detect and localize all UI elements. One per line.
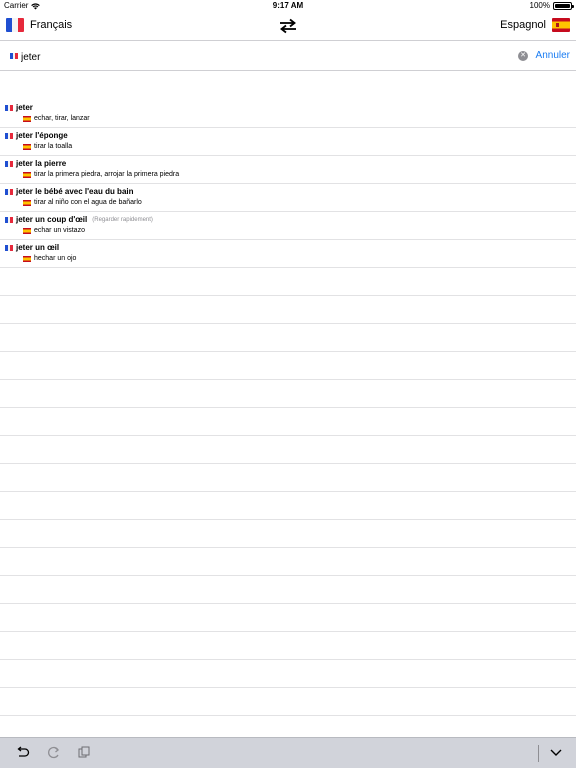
target-language-label: Espagnol bbox=[500, 19, 546, 31]
empty-row bbox=[0, 576, 576, 604]
entry-term: jeter un coup d'œil bbox=[16, 215, 88, 224]
list-item[interactable]: jeter un coup d'œil (Regarder rapidement… bbox=[0, 212, 576, 240]
entry-translation: tirar al niño con el agua de bañarlo bbox=[34, 199, 142, 206]
undo-icon[interactable] bbox=[16, 746, 30, 760]
empty-row bbox=[0, 688, 576, 716]
empty-row bbox=[0, 380, 576, 408]
france-flag-icon bbox=[5, 160, 14, 167]
empty-row bbox=[0, 604, 576, 632]
source-language-label: Français bbox=[30, 19, 73, 31]
empty-row bbox=[0, 464, 576, 492]
cancel-button[interactable]: Annuler bbox=[536, 50, 570, 61]
entry-term: jeter bbox=[16, 103, 33, 112]
clear-search-icon[interactable]: ✕ bbox=[518, 51, 528, 61]
france-flag-icon bbox=[6, 18, 24, 32]
empty-row bbox=[0, 660, 576, 688]
target-language-button[interactable]: Espagnol bbox=[500, 18, 570, 32]
entry-translation: echar un vistazo bbox=[34, 227, 85, 234]
toolbar-divider bbox=[538, 745, 539, 762]
battery-icon bbox=[553, 2, 574, 10]
spain-flag-icon bbox=[552, 18, 570, 32]
source-language-button[interactable]: Français bbox=[6, 18, 72, 32]
search-input[interactable] bbox=[21, 48, 501, 66]
bottom-toolbar bbox=[0, 737, 576, 768]
entry-note: (Regarder rapidement) bbox=[92, 216, 153, 223]
spain-flag-icon bbox=[23, 115, 31, 122]
entry-term: jeter l'éponge bbox=[16, 131, 68, 140]
empty-row bbox=[0, 632, 576, 660]
empty-row bbox=[0, 436, 576, 464]
copy-icon[interactable] bbox=[78, 746, 90, 758]
list-item[interactable]: jeter l'éponge tirar la toalla bbox=[0, 128, 576, 156]
spain-flag-icon bbox=[23, 227, 31, 234]
empty-row bbox=[0, 408, 576, 436]
entry-translation: tirar la toalla bbox=[34, 143, 73, 150]
empty-row bbox=[0, 520, 576, 548]
entry-term: jeter la pierre bbox=[16, 159, 67, 168]
language-bar: Français Espagnol bbox=[0, 12, 576, 41]
chevron-down-icon[interactable] bbox=[550, 748, 562, 758]
spain-flag-icon bbox=[23, 171, 31, 178]
empty-row bbox=[0, 324, 576, 352]
status-time: 9:17 AM bbox=[272, 1, 304, 10]
list-item[interactable]: jeter echar, tirar, lanzar bbox=[0, 100, 576, 128]
results-list: jeter echar, tirar, lanzar jeter l'épong… bbox=[0, 100, 576, 716]
status-bar: Carrier 9:17 AM 100% bbox=[0, 0, 576, 12]
search-bar: ✕ Annuler bbox=[0, 42, 576, 71]
entry-term: jeter le bébé avec l'eau du bain bbox=[16, 187, 134, 196]
entry-translation: echar, tirar, lanzar bbox=[34, 115, 90, 122]
france-flag-icon bbox=[10, 53, 19, 59]
france-flag-icon bbox=[5, 188, 14, 195]
entry-translation: tirar la primera piedra, arrojar la prim… bbox=[34, 171, 180, 178]
france-flag-icon bbox=[5, 216, 14, 223]
entry-term: jeter un œil bbox=[16, 243, 60, 252]
empty-row bbox=[0, 268, 576, 296]
redo-icon[interactable] bbox=[46, 746, 60, 760]
list-item[interactable]: jeter la pierre tirar la primera piedra,… bbox=[0, 156, 576, 184]
france-flag-icon bbox=[5, 104, 14, 111]
empty-row bbox=[0, 296, 576, 324]
empty-row bbox=[0, 492, 576, 520]
france-flag-icon bbox=[5, 132, 14, 139]
list-item[interactable]: jeter le bébé avec l'eau du bain tirar a… bbox=[0, 184, 576, 212]
empty-row bbox=[0, 548, 576, 576]
battery-percent: 100% bbox=[529, 1, 550, 10]
spain-flag-icon bbox=[23, 255, 31, 262]
spain-flag-icon bbox=[23, 199, 31, 206]
swap-arrows-icon[interactable] bbox=[278, 18, 298, 34]
france-flag-icon bbox=[5, 244, 14, 251]
empty-row bbox=[0, 352, 576, 380]
spain-flag-icon bbox=[23, 143, 31, 150]
list-item[interactable]: jeter un œil hechar un ojo bbox=[0, 240, 576, 268]
entry-translation: hechar un ojo bbox=[34, 255, 77, 262]
